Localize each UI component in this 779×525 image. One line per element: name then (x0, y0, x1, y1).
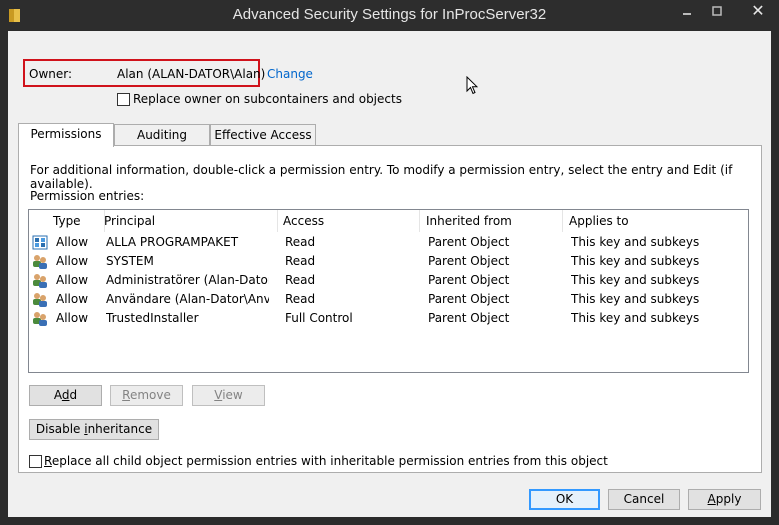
window-title: Advanced Security Settings for InProcSer… (232, 6, 547, 23)
maximize-button[interactable] (702, 0, 732, 22)
apply-button[interactable]: Apply (688, 489, 761, 510)
table-row[interactable]: Allow SYSTEM Read Parent Object This key… (29, 252, 748, 271)
change-owner-link[interactable]: Change (267, 67, 313, 81)
cancel-button[interactable]: Cancel (608, 489, 680, 510)
remove-label-accel: R (122, 388, 130, 402)
column-header-access[interactable]: Access (277, 210, 420, 232)
close-button[interactable]: ✕ (738, 0, 778, 22)
add-label-pre: A (53, 388, 62, 402)
column-header-principal[interactable]: Principal (98, 210, 278, 232)
users-group-icon (33, 293, 47, 307)
replace-owner-checkbox[interactable] (117, 93, 130, 106)
entry-access: Read (285, 292, 316, 306)
list-header: Type Principal Access Inherited from App… (29, 210, 748, 232)
entry-inherited-from: Parent Object (428, 254, 510, 268)
minimize-icon (683, 13, 691, 15)
ok-button[interactable]: OK (529, 489, 600, 510)
entry-principal: Administratörer (Alan-Dator\... (106, 273, 269, 287)
column-header-applies-to[interactable]: Applies to (563, 210, 743, 232)
entry-inherited-from: Parent Object (428, 311, 510, 325)
mouse-cursor-icon (466, 76, 478, 95)
table-row[interactable]: Allow Administratörer (Alan-Dator\... Re… (29, 271, 748, 290)
title-bar[interactable]: Advanced Security Settings for InProcSer… (0, 0, 779, 30)
table-row[interactable]: Allow Användare (Alan-Dator\Anvä... Read… (29, 290, 748, 309)
add-label-accel: d (61, 388, 70, 402)
disable-inheritance-label-post: nheritance (87, 422, 153, 436)
entry-principal: ALLA PROGRAMPAKET (106, 235, 239, 249)
tab-permissions[interactable]: Permissions (18, 123, 114, 147)
column-header-type[interactable]: Type (47, 210, 105, 232)
entry-type: Allow (56, 235, 89, 249)
column-header-inherited-from[interactable]: Inherited from (420, 210, 563, 232)
entry-access: Full Control (285, 311, 353, 325)
info-text: For additional information, double-click… (30, 163, 733, 191)
remove-label-post: emove (129, 388, 171, 402)
entry-access: Read (285, 273, 316, 287)
entry-access: Read (285, 254, 316, 268)
entry-applies-to: This key and subkeys (571, 292, 700, 306)
replace-owner-label[interactable]: Replace owner on subcontainers and objec… (133, 92, 402, 106)
entry-inherited-from: Parent Object (428, 273, 510, 287)
tab-effective-access[interactable]: Effective Access (210, 124, 316, 146)
entry-applies-to: This key and subkeys (571, 273, 700, 287)
apply-label-accel: A (707, 492, 716, 506)
minimize-button[interactable] (672, 0, 702, 22)
disable-inheritance-button[interactable]: Disable inheritance (29, 419, 159, 440)
security-settings-window: Advanced Security Settings for InProcSer… (0, 0, 779, 525)
add-label-post: d (69, 388, 78, 402)
entry-applies-to: This key and subkeys (571, 311, 700, 325)
view-label-accel: V (214, 388, 223, 402)
replace-child-entries-checkbox[interactable] (29, 455, 42, 468)
entry-type: Allow (56, 273, 89, 287)
entry-applies-to: This key and subkeys (571, 254, 700, 268)
users-group-icon (33, 255, 47, 269)
view-button[interactable]: View (192, 385, 265, 406)
owner-label: Owner: (29, 67, 73, 81)
add-button[interactable]: Add (29, 385, 102, 406)
users-group-icon (33, 312, 47, 326)
apply-label-post: pply (715, 492, 742, 506)
permission-entries-list[interactable]: Type Principal Access Inherited from App… (28, 209, 749, 373)
remove-button[interactable]: Remove (110, 385, 183, 406)
users-group-icon (33, 274, 47, 288)
replace-child-label-accel: R (44, 454, 52, 468)
dialog-client-area: Owner: Alan (ALAN-DATOR\Alan) Change Rep… (8, 31, 771, 517)
maximize-icon (712, 6, 722, 16)
owner-value: Alan (ALAN-DATOR\Alan) (117, 67, 266, 81)
close-icon: ✕ (751, 1, 765, 20)
entry-applies-to: This key and subkeys (571, 235, 700, 249)
disable-inheritance-label-pre: Disable (35, 422, 85, 436)
entry-type: Allow (56, 311, 89, 325)
table-row[interactable]: Allow TrustedInstaller Full Control Pare… (29, 309, 748, 328)
entry-principal: SYSTEM (106, 254, 154, 268)
entry-principal: TrustedInstaller (106, 311, 199, 325)
package-group-icon (32, 235, 48, 250)
view-label-post: iew (222, 388, 243, 402)
tab-auditing[interactable]: Auditing (114, 124, 210, 146)
table-row[interactable]: Allow ALLA PROGRAMPAKET Read Parent Obje… (29, 233, 748, 252)
replace-child-label-post: eplace all child object permission entri… (51, 454, 608, 468)
entry-principal: Användare (Alan-Dator\Anvä... (106, 292, 269, 306)
entry-access: Read (285, 235, 316, 249)
entry-inherited-from: Parent Object (428, 235, 510, 249)
entry-type: Allow (56, 254, 89, 268)
entry-type: Allow (56, 292, 89, 306)
replace-child-entries-label[interactable]: Replace all child object permission entr… (44, 454, 608, 468)
permission-entries-label: Permission entries: (30, 189, 145, 203)
entry-inherited-from: Parent Object (428, 292, 510, 306)
